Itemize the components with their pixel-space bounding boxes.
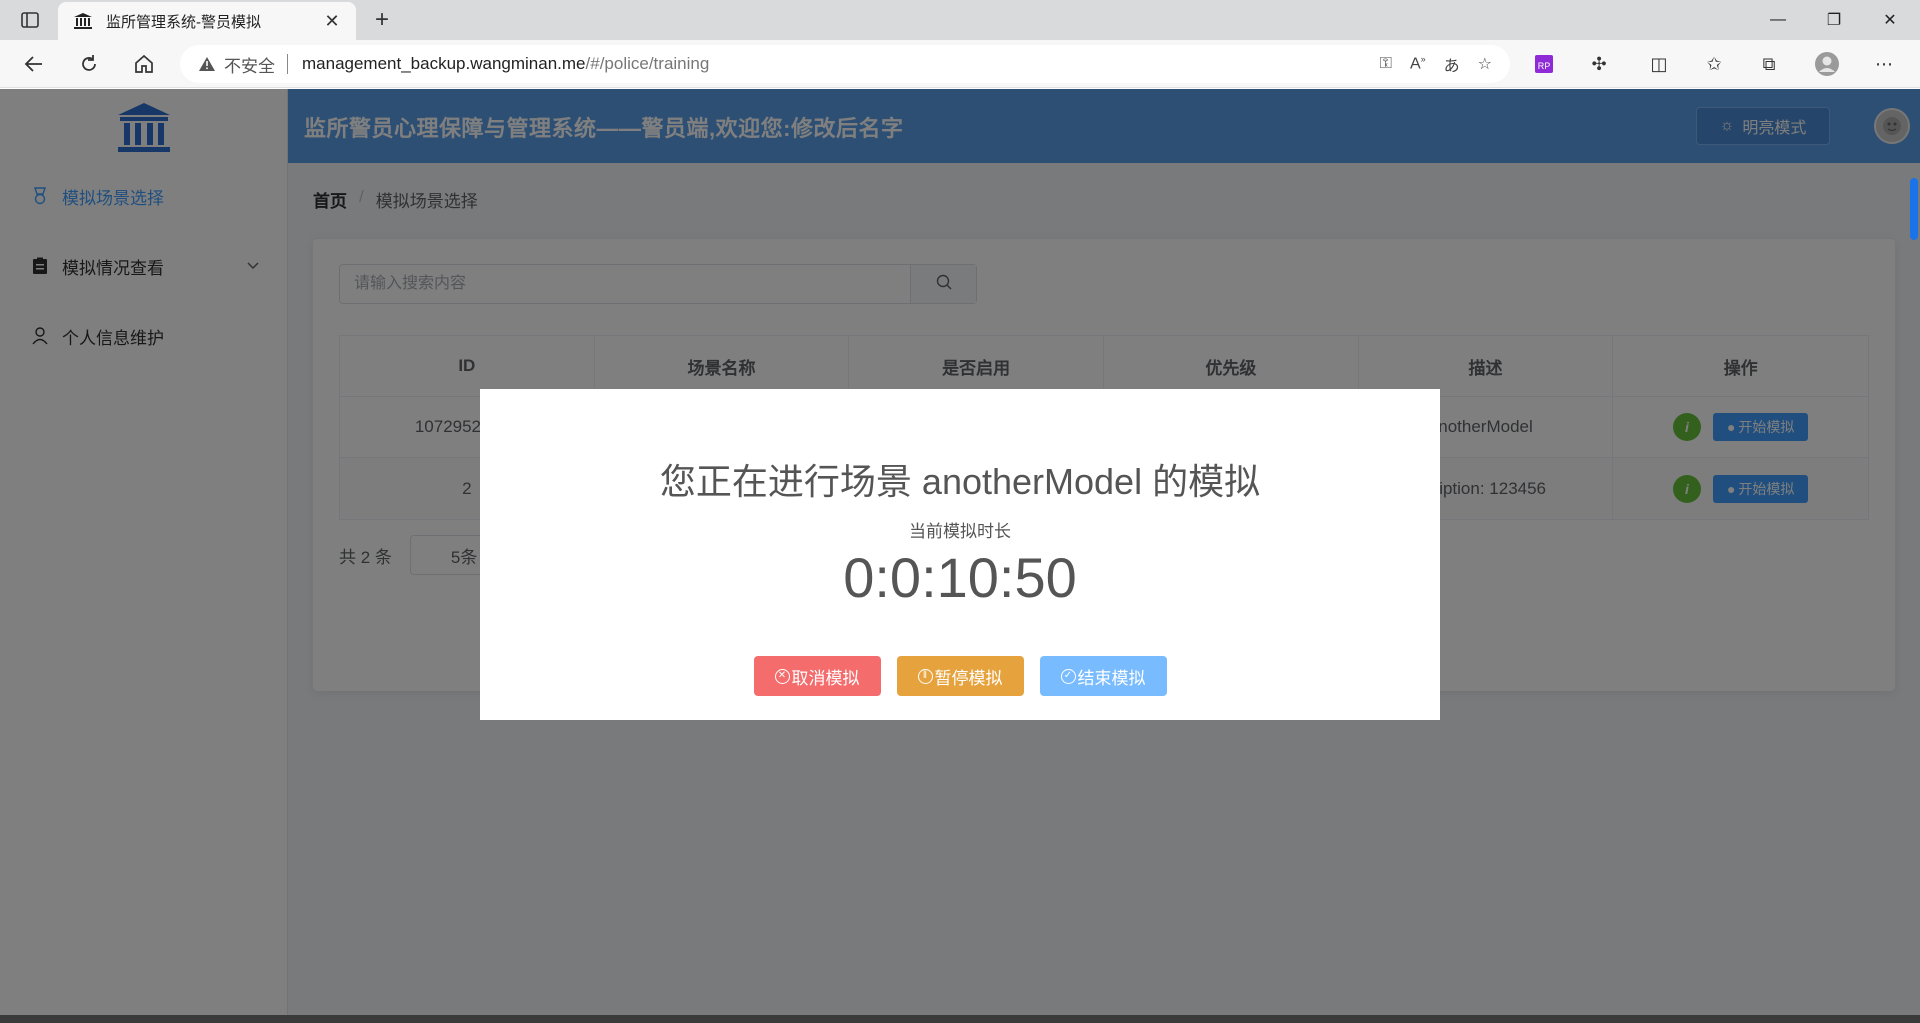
- collections-icon[interactable]: ⧉: [1755, 50, 1783, 78]
- cancel-simulation-button[interactable]: ✕ 取消模拟: [753, 656, 881, 696]
- favorites-icon[interactable]: ✩: [1700, 50, 1728, 78]
- back-icon[interactable]: [18, 48, 50, 80]
- url-host: management_backup.wangminan.me: [302, 54, 586, 73]
- svg-text:RP: RP: [1538, 61, 1551, 71]
- tab-actions-icon[interactable]: [18, 8, 42, 32]
- bottom-edge: [0, 1015, 1920, 1023]
- cancel-simulation-label: 取消模拟: [791, 668, 860, 688]
- circle-close-icon: ✕: [774, 668, 790, 684]
- simulation-timer: 0:0:10:50: [843, 546, 1077, 609]
- refresh-icon[interactable]: [73, 48, 105, 80]
- add-favorite-icon[interactable]: ☆: [1478, 54, 1492, 74]
- minimize-icon[interactable]: —: [1750, 0, 1806, 40]
- warning-icon: [198, 56, 216, 72]
- extension-rp-icon[interactable]: RP: [1530, 50, 1558, 78]
- new-tab-icon[interactable]: +: [368, 6, 396, 34]
- restore-icon[interactable]: ❐: [1806, 0, 1862, 40]
- more-menu-icon[interactable]: ⋯: [1870, 50, 1898, 78]
- browser-tab-bar: 监所管理系统-警员模拟 ✕ + — ❐ ✕: [0, 0, 1920, 40]
- window-close-icon[interactable]: ✕: [1862, 0, 1918, 40]
- browser-toolbar: 不安全 management_backup.wangminan.me /#/po…: [0, 40, 1920, 88]
- read-aloud-icon[interactable]: A»: [1410, 54, 1426, 73]
- insecure-label: 不安全: [224, 56, 275, 76]
- tab-close-icon[interactable]: ✕: [322, 11, 342, 31]
- circle-pause-icon: ‖: [917, 668, 933, 684]
- circle-check-icon: ✓: [1060, 668, 1076, 684]
- pause-simulation-label: 暂停模拟: [934, 668, 1003, 688]
- split-screen-icon[interactable]: ◫: [1645, 50, 1673, 78]
- home-icon[interactable]: [128, 48, 160, 80]
- simulation-dialog: 您正在进行场景 anotherModel 的模拟 当前模拟时长 0:0:10:5…: [480, 389, 1440, 720]
- profile-icon[interactable]: [1813, 50, 1841, 78]
- browser-tab[interactable]: 监所管理系统-警员模拟 ✕: [58, 2, 356, 40]
- institution-icon: [72, 10, 94, 32]
- dialog-subtitle: 当前模拟时长: [909, 522, 1011, 541]
- finish-simulation-label: 结束模拟: [1077, 668, 1146, 688]
- address-bar[interactable]: 不安全 management_backup.wangminan.me /#/po…: [180, 45, 1510, 83]
- key-icon[interactable]: ⚿: [1380, 55, 1392, 73]
- omnibox-divider: [287, 54, 288, 74]
- translate-icon[interactable]: あ: [1444, 52, 1460, 76]
- page-scrollbar[interactable]: [1910, 178, 1918, 240]
- url-path: /#/police/training: [585, 54, 710, 73]
- pause-simulation-button[interactable]: ‖ 暂停模拟: [896, 656, 1024, 696]
- dialog-actions: ✕ 取消模拟 ‖ 暂停模拟 ✓ 结束模拟: [480, 656, 1440, 696]
- dialog-title: 您正在进行场景 anotherModel 的模拟: [659, 461, 1261, 502]
- extensions-icon[interactable]: ✣: [1585, 50, 1613, 78]
- finish-simulation-button[interactable]: ✓ 结束模拟: [1039, 656, 1167, 696]
- tab-title: 监所管理系统-警员模拟: [106, 13, 261, 31]
